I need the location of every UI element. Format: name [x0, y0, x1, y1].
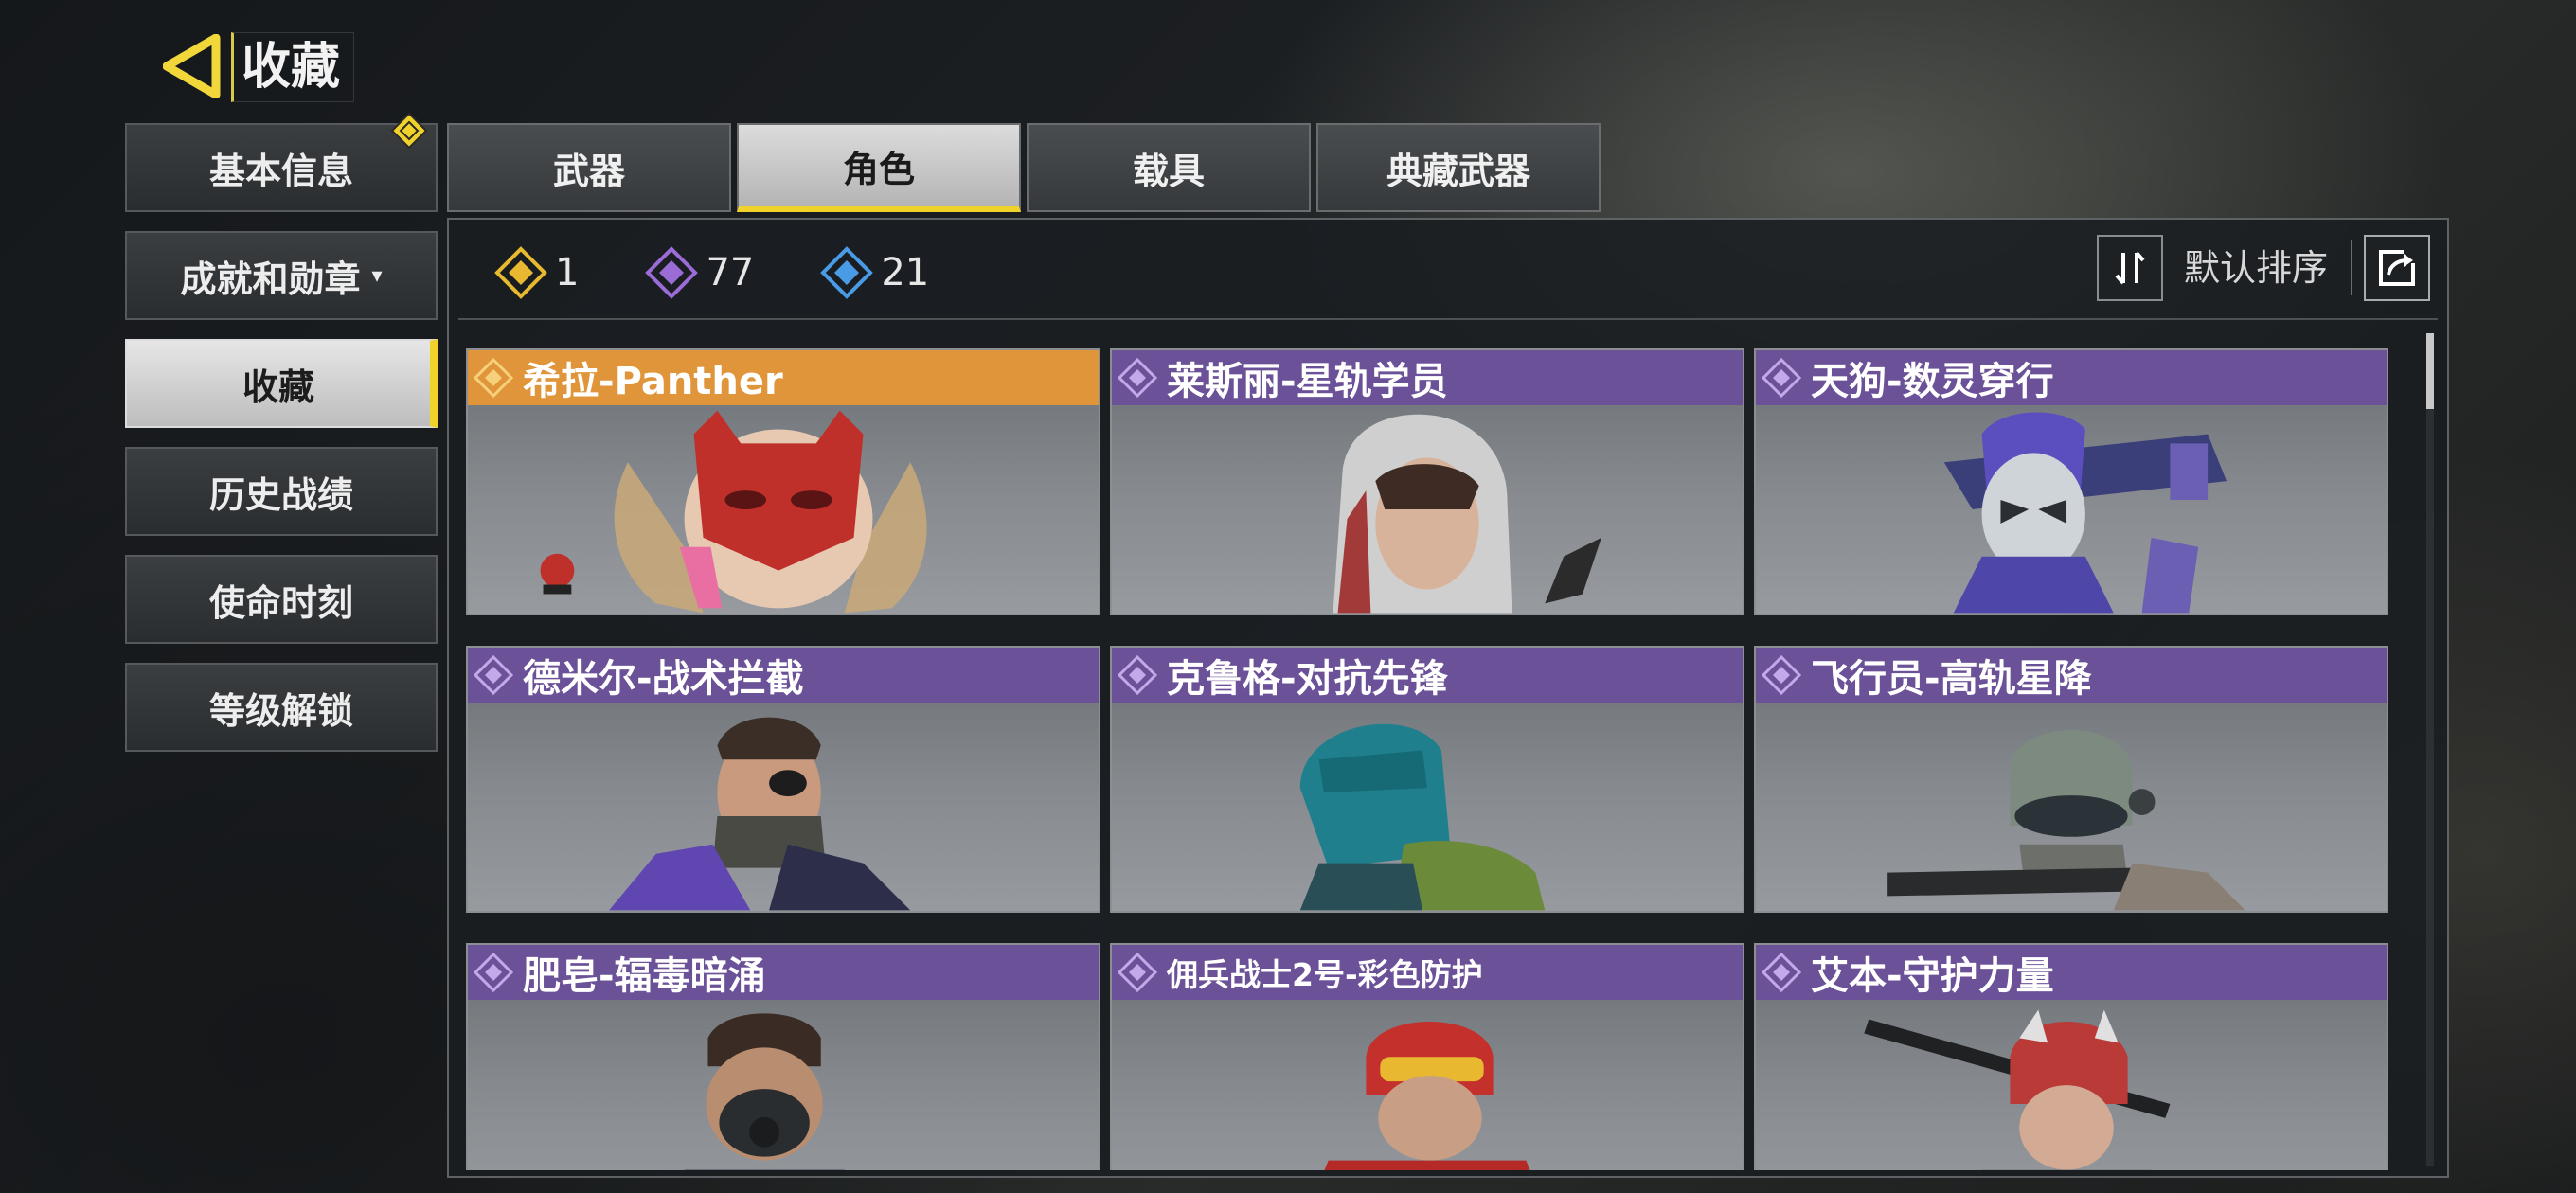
tab-label: 典藏武器: [1386, 150, 1530, 192]
sort-button[interactable]: [2097, 235, 2163, 301]
character-name: 克鲁格-对抗先锋: [1167, 657, 1448, 701]
card-header: 飞行员-高轨星降: [1756, 648, 2387, 703]
epic-count: 77: [645, 246, 754, 299]
epic-diamond-icon: [1761, 654, 1802, 696]
sidebar-item-label: 历史战绩: [208, 473, 353, 516]
scrollbar[interactable]: [2426, 333, 2434, 1166]
card-header: 希拉-Panther: [468, 350, 1099, 405]
character-portrait: [1864, 1009, 2171, 1170]
character-portrait: [540, 410, 927, 614]
tab-label: 载具: [1132, 150, 1205, 192]
epic-diamond-icon: [1117, 952, 1158, 993]
character-portrait: [1943, 412, 2227, 614]
character-card[interactable]: 莱斯丽-星轨学员: [1110, 348, 1744, 615]
sort-label[interactable]: 默认排序: [2184, 240, 2328, 295]
character-card[interactable]: 天狗-数灵穿行: [1754, 348, 2388, 615]
share-button[interactable]: [2364, 235, 2430, 301]
sidebar-item-label: 收藏: [242, 365, 314, 408]
page-title-container: 收藏: [231, 32, 355, 102]
character-portrait: [609, 717, 911, 911]
epic-diamond-icon: [645, 246, 699, 299]
character-card[interactable]: 艾本-守护力量: [1754, 943, 2388, 1170]
count-value: 21: [881, 251, 930, 294]
character-portrait: [684, 1013, 845, 1170]
legendary-diamond-icon: [473, 357, 514, 399]
tab-characters[interactable]: 角色: [737, 123, 1021, 212]
tab-collector-weapons[interactable]: 典藏武器: [1316, 123, 1601, 212]
rare-diamond-icon: [820, 246, 874, 299]
card-header: 莱斯丽-星轨学员: [1112, 350, 1743, 405]
page-title: 收藏: [242, 39, 341, 96]
rare-count: 21: [820, 246, 929, 299]
character-name: 希拉-Panther: [523, 360, 783, 403]
card-header: 天狗-数灵穿行: [1756, 350, 2387, 405]
card-header: 德米尔-战术拦截: [468, 648, 1099, 703]
back-button[interactable]: [162, 33, 222, 99]
character-card[interactable]: 肥皂-辐毒暗涌: [466, 943, 1100, 1170]
tab-vehicles[interactable]: 载具: [1027, 123, 1311, 212]
sidebar-item-collection[interactable]: 收藏: [125, 339, 438, 428]
legendary-diamond-icon: [494, 246, 547, 299]
tab-weapons[interactable]: 武器: [447, 123, 731, 212]
scrollbar-thumb[interactable]: [2426, 333, 2434, 409]
character-card[interactable]: 佣兵战士2号-彩色防护: [1110, 943, 1744, 1170]
character-card[interactable]: 克鲁格-对抗先锋: [1110, 646, 1744, 913]
character-card[interactable]: 飞行员-高轨星降: [1754, 646, 2388, 913]
count-value: 77: [706, 251, 755, 294]
character-grid: 希拉-Panther 莱斯丽-星轨学员 天狗-数灵穿行 德米尔-战术拦截 克鲁格…: [466, 348, 2398, 1170]
card-header: 佣兵战士2号-彩色防护: [1112, 945, 1743, 1000]
epic-diamond-icon: [1761, 952, 1802, 993]
legendary-count: 1: [494, 246, 579, 299]
sidebar-item-label: 基本信息: [208, 150, 353, 192]
sidebar-item-history[interactable]: 历史战绩: [125, 447, 438, 536]
chevron-down-icon: ▾: [371, 263, 383, 288]
character-name: 佣兵战士2号-彩色防护: [1167, 956, 1483, 993]
character-name: 肥皂-辐毒暗涌: [523, 954, 766, 998]
character-card[interactable]: 希拉-Panther: [466, 348, 1100, 615]
divider: [2351, 240, 2352, 295]
epic-diamond-icon: [1117, 357, 1158, 399]
character-card[interactable]: 德米尔-战术拦截: [466, 646, 1100, 913]
share-icon: [2379, 250, 2415, 286]
epic-diamond-icon: [1761, 357, 1802, 399]
joker-logo-icon: [540, 553, 575, 595]
card-header: 艾本-守护力量: [1756, 945, 2387, 1000]
count-value: 1: [555, 251, 580, 294]
epic-diamond-icon: [1117, 654, 1158, 696]
sort-icon: [2115, 251, 2145, 285]
back-arrow-icon: [162, 33, 221, 99]
tab-label: 角色: [842, 148, 915, 190]
character-portrait: [1324, 1022, 1530, 1170]
divider: [458, 318, 2438, 320]
tab-label: 武器: [552, 150, 625, 192]
collection-panel: 1 77 21 默认排序 希拉-Panther 莱斯丽-星轨学员 天狗-数灵穿行…: [447, 218, 2449, 1178]
new-badge-icon: [390, 112, 428, 150]
sidebar-item-level-unlock[interactable]: 等级解锁: [125, 663, 438, 752]
card-header: 肥皂-辐毒暗涌: [468, 945, 1099, 1000]
sidebar-item-mission-moments[interactable]: 使命时刻: [125, 555, 438, 644]
character-name: 莱斯丽-星轨学员: [1167, 360, 1448, 403]
epic-diamond-icon: [473, 654, 514, 696]
epic-diamond-icon: [473, 952, 514, 993]
character-name: 飞行员-高轨星降: [1811, 657, 2092, 701]
sidebar-item-label: 等级解锁: [208, 689, 353, 732]
sidebar-item-achievements[interactable]: 成就和勋章 ▾: [125, 231, 438, 320]
sidebar-item-label: 成就和勋章: [180, 258, 361, 300]
character-name: 艾本-守护力量: [1811, 954, 2054, 998]
character-portrait: [1333, 414, 1601, 614]
character-name: 德米尔-战术拦截: [523, 657, 804, 701]
character-name: 天狗-数灵穿行: [1811, 360, 2054, 403]
sidebar-item-label: 使命时刻: [208, 581, 353, 624]
rarity-counts: 1 77 21: [494, 244, 995, 301]
character-portrait: [1887, 730, 2245, 911]
character-portrait: [1299, 723, 1546, 911]
card-header: 克鲁格-对抗先锋: [1112, 648, 1743, 703]
